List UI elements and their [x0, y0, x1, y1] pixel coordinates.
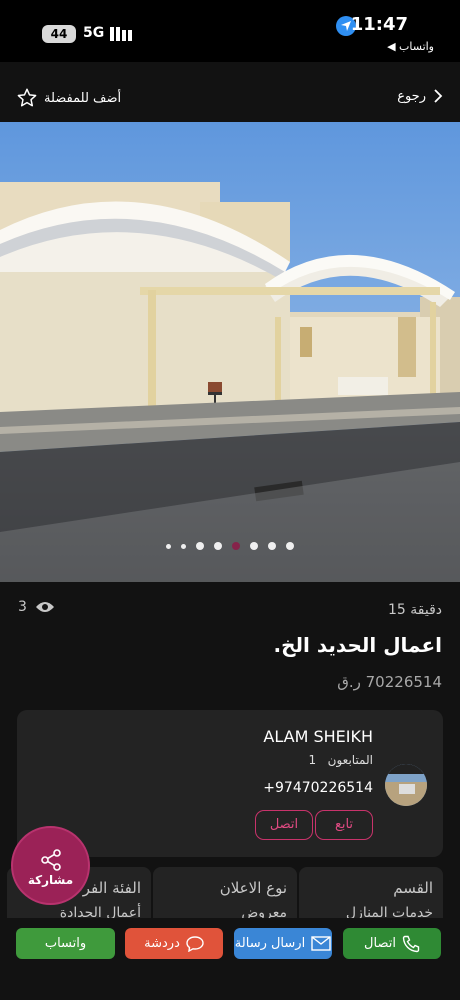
network-type: 5G [83, 25, 105, 41]
envelope-icon [311, 936, 331, 951]
ad-type-key: نوع الاعلان [219, 879, 287, 897]
whatsapp-button[interactable]: واتساب [16, 928, 115, 959]
chat-bubble-icon [186, 935, 204, 952]
send-message-button[interactable]: ارسال رسالة [234, 928, 332, 959]
page-dot[interactable] [166, 543, 171, 549]
chevron-right-icon [434, 89, 443, 103]
add-favorite-button[interactable]: أضف للمفضلة [16, 87, 121, 109]
status-bar: 44 5G 11:47 ◀ واتساب [0, 0, 460, 62]
share-button[interactable]: مشاركة [11, 826, 90, 905]
battery-indicator: 44 [42, 25, 76, 43]
view-count: 3 [18, 599, 55, 615]
favorite-label: أضف للمفضلة [44, 90, 122, 106]
signal-icon [110, 27, 132, 41]
send-message-label: ارسال رسالة [234, 936, 306, 951]
back-to-app-link[interactable]: ◀ واتساب [387, 40, 434, 53]
back-label: رجوع [397, 88, 426, 104]
follow-button[interactable]: تابع [315, 810, 373, 840]
phone-icon [402, 935, 420, 952]
page-dot[interactable] [196, 542, 204, 550]
call-label: اتصال [364, 936, 396, 951]
page-dot[interactable] [268, 542, 276, 550]
call-seller-button[interactable]: اتصل [255, 810, 313, 840]
posted-time: 15 دقيقة [387, 602, 442, 618]
page-dot[interactable] [250, 542, 258, 550]
clock: 11:47 [350, 14, 408, 35]
seller-name[interactable]: ALAM SHEIKH [263, 727, 373, 746]
followers-info: المتابعون 1 [309, 753, 373, 767]
gallery-pagination [0, 542, 460, 550]
followers-label: المتابعون [327, 753, 373, 767]
back-button[interactable]: رجوع [397, 88, 444, 104]
bottom-action-bar: واتساب دردشة ارسال رسالة اتصال [0, 918, 460, 1000]
seller-phone[interactable]: +97470226514 [263, 780, 373, 796]
page-dot-active[interactable] [232, 542, 240, 550]
followers-count: 1 [308, 753, 317, 767]
eye-icon [35, 602, 54, 612]
page-dot[interactable] [181, 543, 186, 549]
share-label: مشاركة [27, 873, 74, 887]
share-icon [41, 849, 61, 871]
chat-button[interactable]: دردشة [125, 928, 223, 959]
chat-label: دردشة [144, 936, 180, 951]
page-dot[interactable] [286, 542, 294, 550]
star-icon [17, 88, 37, 107]
top-bar: أضف للمفضلة رجوع [0, 62, 460, 122]
seller-card: ALAM SHEIKH المتابعون 1 +97470226514 تاب… [17, 710, 443, 857]
view-count-value: 3 [18, 599, 27, 615]
listing-price: 70226514 ر.ق [337, 673, 442, 691]
seller-avatar[interactable] [385, 764, 427, 806]
listing-title: اعمال الحديد الخ. [273, 633, 443, 657]
listing-image[interactable] [0, 122, 460, 582]
call-button[interactable]: اتصال [343, 928, 441, 959]
category-key: القسم [393, 879, 433, 897]
page-dot[interactable] [214, 542, 222, 550]
carport-photo [0, 122, 460, 582]
whatsapp-label: واتساب [44, 936, 87, 951]
